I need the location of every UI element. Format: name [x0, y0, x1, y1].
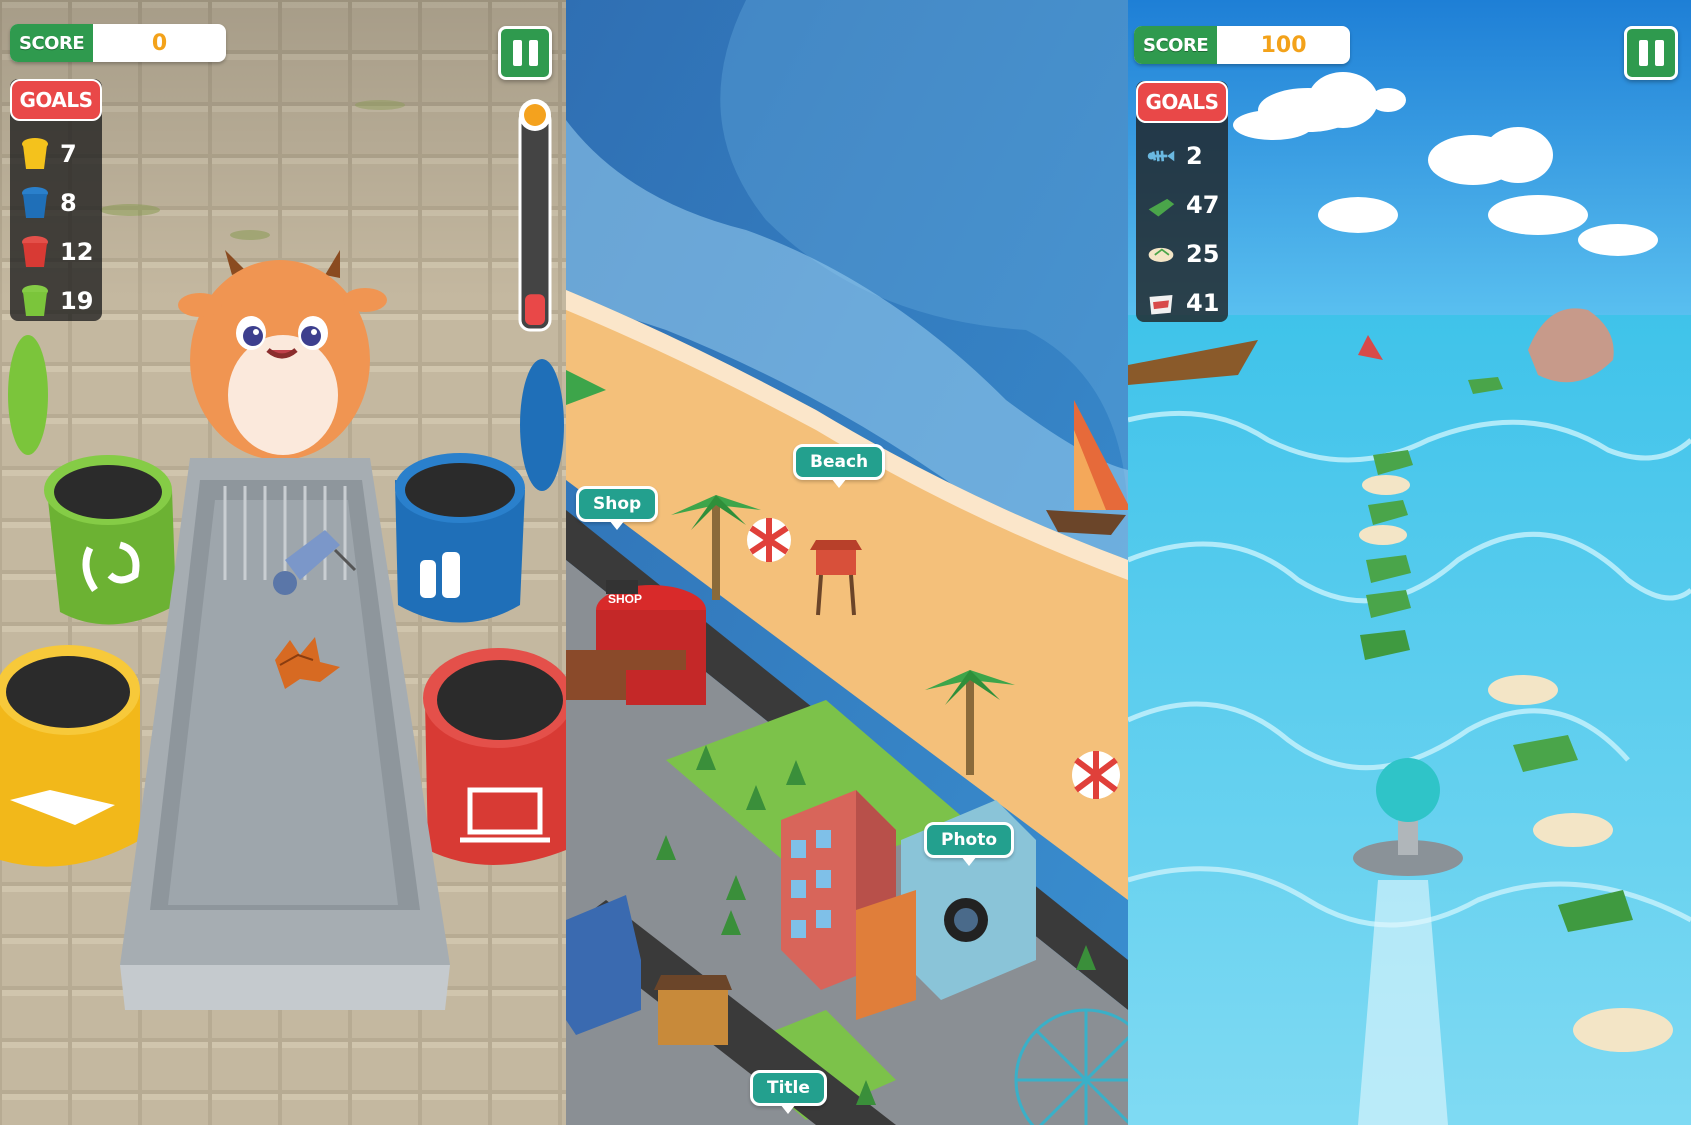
green-organic-bin	[44, 455, 176, 625]
goal-item: 25	[1136, 229, 1228, 278]
goal-count: 25	[1186, 239, 1220, 268]
goal-count: 47	[1186, 190, 1220, 219]
score-label: SCORE	[1134, 26, 1218, 64]
yellow-bin-icon	[22, 137, 48, 169]
goal-count: 7	[60, 139, 77, 168]
town-map-panel: SHOP Shop Beach Photo Title	[566, 0, 1128, 1125]
goals-label: GOALS	[10, 79, 102, 121]
score-display: SCORE 0	[10, 24, 226, 62]
score-value: 0	[151, 30, 168, 56]
red-bin-icon	[22, 235, 48, 267]
goals-panel: GOALS 2 47 25 41	[1136, 81, 1228, 322]
fish-bone-icon	[1147, 150, 1175, 161]
town-scene: SHOP	[566, 0, 1128, 1125]
goal-count: 8	[60, 188, 77, 217]
goals-panel: GOALS 7 8 12 19	[10, 79, 102, 321]
green-bin-lid	[8, 335, 48, 455]
score-label: SCORE	[10, 24, 94, 62]
goal-count: 12	[60, 237, 94, 266]
blue-bin-lid	[520, 359, 564, 491]
shop-location-button[interactable]: Shop	[576, 486, 659, 530]
goal-item: 47	[1136, 180, 1228, 229]
goal-item: 8	[10, 178, 102, 227]
blue-plastic-bin	[395, 453, 525, 623]
title-location-button[interactable]: Title	[750, 1070, 827, 1114]
ocean-cleanup-panel: SCORE 100 GOALS 2 47 25 41	[1128, 0, 1691, 1125]
timer-meter	[518, 99, 552, 332]
shop-sign: SHOP	[608, 592, 642, 606]
flip-flop-icon	[1148, 247, 1174, 262]
beach-location-button[interactable]: Beach	[793, 444, 886, 488]
green-bin-icon	[22, 284, 48, 316]
pause-button[interactable]	[1624, 26, 1678, 80]
goal-item: 2	[1136, 131, 1228, 180]
blue-bin-icon	[22, 186, 48, 218]
plastic-bag-icon	[1148, 198, 1175, 216]
photo-location-button[interactable]: Photo	[924, 822, 1015, 866]
goal-item: 7	[10, 129, 102, 178]
goals-label: GOALS	[1136, 81, 1228, 123]
score-value: 100	[1260, 32, 1307, 58]
yellow-paper-bin	[0, 645, 140, 867]
score-display: SCORE 100	[1134, 26, 1350, 64]
timer-fill	[525, 294, 545, 325]
goal-item: 12	[10, 227, 102, 276]
goal-count: 2	[1186, 141, 1203, 170]
recycling-game-panel: SCORE 0 GOALS 7 8 12 19	[0, 0, 566, 1125]
chip-bag-icon	[1149, 294, 1173, 314]
red-electronics-bin	[423, 648, 566, 865]
goal-item: 19	[10, 276, 102, 325]
goal-count: 19	[60, 286, 94, 315]
goal-count: 41	[1186, 288, 1220, 317]
goal-item: 41	[1136, 278, 1228, 327]
pause-button[interactable]	[498, 26, 552, 80]
